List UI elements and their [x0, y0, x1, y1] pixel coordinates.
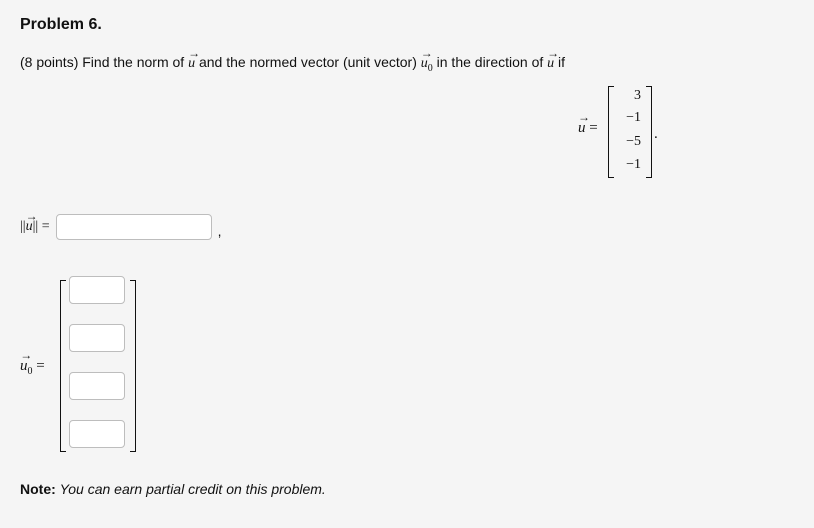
- vector-u-label: u =: [578, 110, 598, 137]
- unit-vector-input-3[interactable]: [69, 372, 125, 400]
- norm-trailing-comma: ,: [217, 223, 222, 239]
- vector-u-period: .: [654, 126, 658, 142]
- norm-label: ||u|| =: [20, 209, 50, 235]
- prompt-text-4: if: [558, 54, 566, 70]
- note-label: Note:: [20, 481, 56, 497]
- norm-input[interactable]: [55, 214, 212, 240]
- unit-vector-input-1[interactable]: [69, 276, 125, 304]
- unit-vector-matrix: [60, 276, 136, 452]
- vector-u-symbol-2: u: [547, 46, 554, 72]
- note-text: You can earn partial credit on this prob…: [59, 481, 326, 497]
- prompt-text-3: in the direction of: [436, 54, 544, 70]
- vector-u0-symbol: u0: [421, 46, 433, 74]
- unit-vector-label: u0 =: [20, 348, 45, 377]
- points-label: (8 points): [20, 54, 79, 70]
- unit-vector-input-2[interactable]: [69, 324, 125, 352]
- vector-u-entry: −1: [626, 157, 641, 172]
- unit-vector-input-4[interactable]: [69, 420, 125, 448]
- vector-u-matrix: 3 −1 −5 −1: [608, 86, 652, 178]
- vector-u-symbol: u: [188, 46, 195, 72]
- prompt-text-2: and the normed vector (unit vector): [198, 54, 417, 70]
- vector-u-entry: 3: [634, 88, 641, 103]
- partial-credit-note: Note: You can earn partial credit on thi…: [20, 481, 326, 497]
- norm-answer-row: ||u|| = ,: [20, 209, 222, 240]
- vector-u-entry: −1: [626, 110, 641, 125]
- problem-prompt: (8 points) Find the norm of u and the no…: [20, 46, 566, 74]
- prompt-text-1: Find the norm of: [82, 54, 185, 70]
- problem-title: Problem 6.: [20, 16, 102, 33]
- vector-u-entry: −5: [626, 134, 641, 149]
